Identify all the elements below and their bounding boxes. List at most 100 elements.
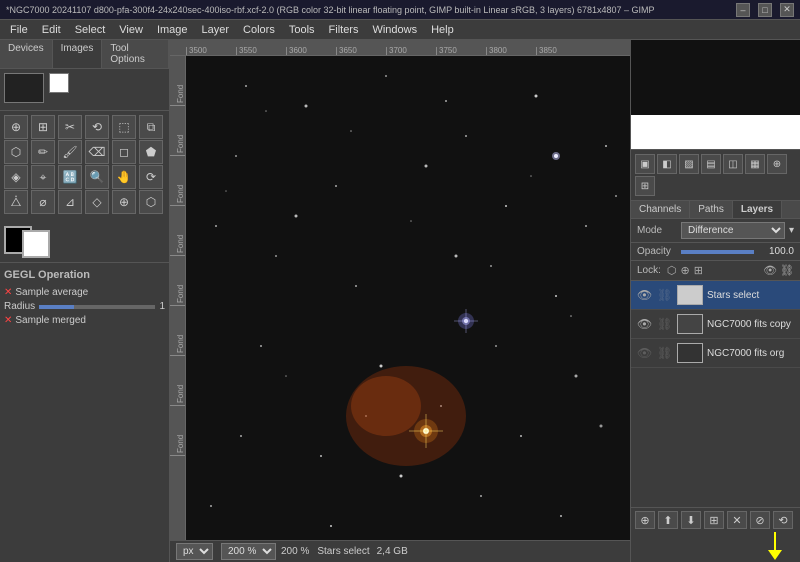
tool-btn-20[interactable]: ⊿ — [58, 190, 82, 214]
tool-btn-8[interactable]: 🖌 — [58, 140, 82, 164]
chain-icon-layer-2: ⛓ — [657, 317, 673, 331]
chain-icon-header[interactable]: ⛓ — [780, 264, 794, 277]
tab-images[interactable]: Images — [53, 40, 103, 68]
tool-btn-1[interactable]: ⊞ — [31, 115, 55, 139]
panel-icon-1[interactable]: ▣ — [635, 154, 655, 174]
layer-item-ngc7000-org[interactable]: 👁 ⛓ NGC7000 fits org — [631, 339, 800, 368]
status-bar: px 200 % 200 % Stars select 2,4 GB — [170, 540, 630, 562]
layer-item-stars-select[interactable]: 👁 ⛓ Stars select — [631, 281, 800, 310]
radius-slider[interactable] — [39, 305, 155, 309]
lock-icon-2[interactable]: ⊕ — [681, 264, 690, 277]
duplicate-layer-btn[interactable]: ⊞ — [704, 511, 724, 529]
layer-btn-6[interactable]: ⊘ — [750, 511, 770, 529]
menu-item-help[interactable]: Help — [425, 22, 460, 38]
title-bar: *NGC7000 20241107 d800-pfa-300f4-24x240s… — [0, 0, 800, 20]
tool-btn-12[interactable]: ◈ — [4, 165, 28, 189]
tool-btn-7[interactable]: ✏ — [31, 140, 55, 164]
layers-mode-row: Mode Difference ▾ — [631, 219, 800, 243]
eye-icon-layer-1[interactable]: 👁 — [637, 288, 653, 302]
tab-channels[interactable]: Channels — [631, 201, 690, 218]
tool-btn-4[interactable]: ⬚ — [112, 115, 136, 139]
ruler-tick-8: 3850 — [536, 47, 586, 55]
menu-item-windows[interactable]: Windows — [366, 22, 423, 38]
panel-icon-6[interactable]: ▦ — [745, 154, 765, 174]
tool-btn-15[interactable]: 🔍 — [85, 165, 109, 189]
gegl-section-title: GEGL Operation — [4, 267, 165, 283]
sample-merged-x[interactable]: ✕ — [4, 315, 12, 326]
tool-btn-9[interactable]: ⌫ — [85, 140, 109, 164]
tool-btn-10[interactable]: ◻ — [112, 140, 136, 164]
panel-icon-7[interactable]: ⊕ — [767, 154, 787, 174]
zoom-select[interactable]: 200 % — [221, 543, 276, 560]
mode-arrow[interactable]: ▾ — [789, 225, 794, 236]
delete-layer-btn[interactable]: ✕ — [727, 511, 747, 529]
menu-item-edit[interactable]: Edit — [36, 22, 67, 38]
panel-icon-4[interactable]: ▤ — [701, 154, 721, 174]
ruler-v-tick-3: Fond — [170, 156, 185, 206]
lock-icon-3[interactable]: ⊞ — [694, 264, 703, 277]
menu-item-filters[interactable]: Filters — [323, 22, 365, 38]
tool-btn-18[interactable]: ⧊ — [4, 190, 28, 214]
tool-btn-3[interactable]: ⟲ — [85, 115, 109, 139]
eye-icon-header[interactable]: 👁 — [763, 264, 777, 277]
ruler-v-tick-5: Fond — [170, 256, 185, 306]
ruler-v-tick-6: Fond — [170, 306, 185, 356]
tool-btn-23[interactable]: ⬡ — [139, 190, 163, 214]
layer-btn-7[interactable]: ⟲ — [773, 511, 793, 529]
ruler-tick-6: 3750 — [436, 47, 486, 55]
bottom-arrow-area — [631, 532, 800, 562]
preview-image-dark — [631, 40, 800, 115]
lock-icon-1[interactable]: ⬡ — [667, 264, 677, 277]
menu-item-file[interactable]: File — [4, 22, 34, 38]
file-size-status: 2,4 GB — [377, 546, 408, 557]
panel-icon-5[interactable]: ◫ — [723, 154, 743, 174]
eye-icon-layer-2[interactable]: 👁 — [637, 317, 653, 331]
sample-merged-label: Sample merged — [15, 315, 86, 326]
chain-icon-layer-3: ⛓ — [657, 346, 673, 360]
unit-select[interactable]: px — [176, 543, 213, 560]
sample-average-row: ✕ Sample average — [4, 287, 165, 298]
tool-btn-5[interactable]: ⧉ — [139, 115, 163, 139]
background-color[interactable] — [22, 230, 50, 258]
tool-btn-16[interactable]: 🤚 — [112, 165, 136, 189]
tool-btn-6[interactable]: ⬡ — [4, 140, 28, 164]
sample-average-x[interactable]: ✕ — [4, 287, 12, 298]
tool-btn-19[interactable]: ⌀ — [31, 190, 55, 214]
panel-icon-8[interactable]: ⊞ — [635, 176, 655, 196]
menu-item-layer[interactable]: Layer — [196, 22, 236, 38]
radius-row: Radius 1 — [4, 301, 165, 312]
panel-icon-2[interactable]: ◧ — [657, 154, 677, 174]
tool-btn-13[interactable]: ⌖ — [31, 165, 55, 189]
tab-paths[interactable]: Paths — [690, 201, 733, 218]
layer-name-3: NGC7000 fits org — [707, 348, 794, 359]
tool-btn-14[interactable]: 🔠 — [58, 165, 82, 189]
menu-item-image[interactable]: Image — [151, 22, 194, 38]
menu-item-view[interactable]: View — [113, 22, 149, 38]
tool-btn-11[interactable]: ⬟ — [139, 140, 163, 164]
minimize-button[interactable]: – — [736, 3, 750, 17]
tool-btn-2[interactable]: ✂ — [58, 115, 82, 139]
tool-btn-0[interactable]: ⊕ — [4, 115, 28, 139]
layers-footer: ⊕ ⬆ ⬇ ⊞ ✕ ⊘ ⟲ — [631, 507, 800, 532]
tab-devices[interactable]: Devices — [0, 40, 53, 68]
tool-btn-21[interactable]: ◇ — [85, 190, 109, 214]
lower-layer-btn[interactable]: ⬇ — [681, 511, 701, 529]
maximize-button[interactable]: □ — [758, 3, 772, 17]
menu-item-tools[interactable]: Tools — [283, 22, 321, 38]
tab-layers[interactable]: Layers — [733, 201, 782, 218]
canvas-area: 3500 3550 3600 3650 3700 3750 3800 3850 … — [170, 40, 630, 562]
raise-layer-btn[interactable]: ⬆ — [658, 511, 678, 529]
new-layer-btn[interactable]: ⊕ — [635, 511, 655, 529]
tool-btn-22[interactable]: ⊕ — [112, 190, 136, 214]
panel-icon-3[interactable]: ▨ — [679, 154, 699, 174]
tab-tool-options[interactable]: Tool Options — [102, 40, 169, 68]
tool-btn-17[interactable]: ⟳ — [139, 165, 163, 189]
close-button[interactable]: ✕ — [780, 3, 794, 17]
opacity-slider[interactable] — [681, 250, 754, 254]
menu-item-colors[interactable]: Colors — [237, 22, 281, 38]
layer-item-ngc7000-copy[interactable]: 👁 ⛓ NGC7000 fits copy — [631, 310, 800, 339]
canvas-container[interactable] — [186, 56, 630, 540]
menu-item-select[interactable]: Select — [69, 22, 112, 38]
sample-merged-row: ✕ Sample merged — [4, 315, 165, 326]
mode-select[interactable]: Difference — [681, 222, 785, 239]
